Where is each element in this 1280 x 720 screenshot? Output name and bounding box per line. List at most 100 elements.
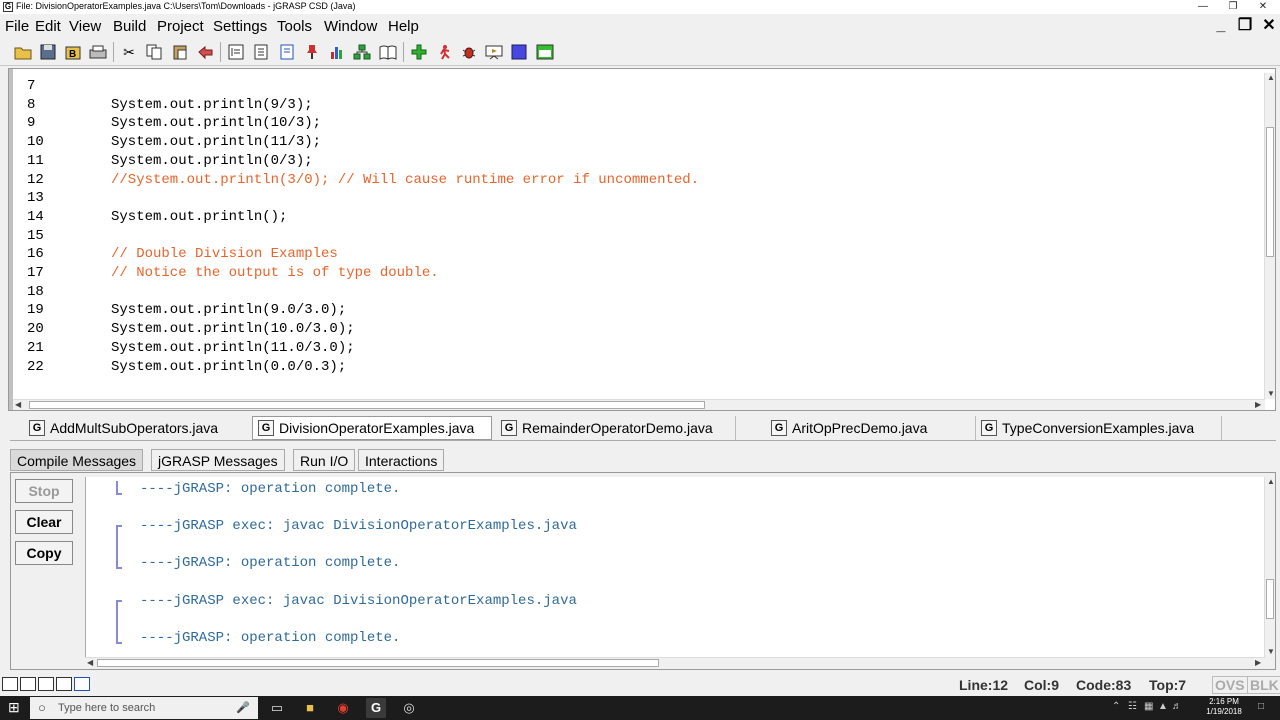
scroll-down-arrow-icon[interactable]: ▼ bbox=[1267, 647, 1275, 656]
java-file-icon: G bbox=[258, 420, 274, 436]
status-line: Line:12 bbox=[959, 677, 1009, 693]
message-line: ----jGRASP: operation complete. bbox=[140, 481, 401, 497]
app-taskbar-icon[interactable]: ◎ bbox=[399, 698, 419, 718]
open-folder-icon[interactable] bbox=[12, 41, 34, 63]
generate-doc-icon[interactable] bbox=[276, 41, 298, 63]
messages-horizontal-scrollbar[interactable]: ◀ ▶ bbox=[85, 657, 1265, 668]
desktop-layout-icon[interactable] bbox=[2, 677, 18, 691]
scroll-up-arrow-icon[interactable]: ▲ bbox=[1267, 73, 1275, 82]
message-line: ----jGRASP exec: javac DivisionOperatorE… bbox=[140, 593, 577, 609]
undo-icon[interactable] bbox=[194, 41, 216, 63]
tray-app-icon[interactable]: ▲ bbox=[1158, 701, 1168, 712]
inner-minimize-button[interactable]: _ bbox=[1211, 16, 1231, 36]
tab-interactions[interactable]: Interactions bbox=[358, 449, 445, 471]
editor-gutter bbox=[9, 69, 13, 410]
uml-diagram-icon[interactable] bbox=[351, 41, 373, 63]
volume-icon[interactable]: ♬ bbox=[1172, 701, 1182, 712]
message-side-buttons: Stop Clear Copy bbox=[11, 473, 81, 669]
message-line: ----jGRASP: operation complete. bbox=[140, 555, 401, 571]
scroll-left-arrow-icon[interactable]: ◀ bbox=[15, 400, 21, 409]
menu-project[interactable]: Project bbox=[157, 18, 204, 35]
maximize-button[interactable]: ❐ bbox=[1218, 0, 1248, 14]
compile-icon[interactable]: B bbox=[62, 41, 84, 63]
tab-remainderoperatordemo[interactable]: G RemainderOperatorDemo.java bbox=[496, 416, 736, 440]
single-window-icon[interactable] bbox=[20, 677, 36, 691]
show-hidden-icons-icon[interactable]: ⌃ bbox=[1112, 701, 1120, 712]
scroll-left-arrow-icon[interactable]: ◀ bbox=[87, 658, 93, 667]
taskbar-search-box[interactable]: ○ Type here to search 🎤 bbox=[30, 697, 258, 719]
message-group-bracket bbox=[116, 525, 122, 569]
csd-icon[interactable] bbox=[225, 41, 247, 63]
tab-run-io[interactable]: Run I/O bbox=[293, 449, 356, 471]
menu-tools[interactable]: Tools bbox=[277, 18, 312, 35]
windows-start-icon[interactable]: ⊞ bbox=[8, 700, 22, 714]
java-file-icon: G bbox=[771, 420, 787, 436]
toolbar-divider bbox=[403, 42, 404, 62]
scroll-up-arrow-icon[interactable]: ▲ bbox=[1267, 477, 1275, 486]
tab-typeconversionexamples[interactable]: G TypeConversionExamples.java bbox=[976, 416, 1222, 440]
menu-help[interactable]: Help bbox=[388, 18, 419, 35]
bar-chart-icon[interactable] bbox=[326, 41, 348, 63]
tab-window-icon[interactable] bbox=[74, 677, 90, 691]
editor-vertical-scrollbar[interactable]: ▲ ▼ bbox=[1264, 73, 1275, 399]
minimize-button[interactable]: — bbox=[1188, 0, 1218, 14]
code-editor[interactable]: 7 8 System.out.println(9/3); 9 System.out.… bbox=[17, 73, 1263, 399]
close-button[interactable]: ✕ bbox=[1248, 0, 1278, 14]
scrollbar-thumb[interactable] bbox=[1266, 127, 1274, 257]
inner-close-button[interactable]: ✕ bbox=[1259, 16, 1279, 36]
viewer-icon[interactable] bbox=[483, 41, 505, 63]
remove-csd-icon[interactable] bbox=[250, 41, 272, 63]
scroll-down-arrow-icon[interactable]: ▼ bbox=[1267, 389, 1275, 398]
breakpoint-pin-icon[interactable] bbox=[301, 41, 323, 63]
menu-settings[interactable]: Settings bbox=[213, 18, 267, 35]
add-icon[interactable] bbox=[408, 41, 430, 63]
tray-app-icon[interactable]: ▦ bbox=[1144, 701, 1153, 712]
message-tab-bar: Compile Messages jGRASP Messages Run I/O… bbox=[10, 448, 1276, 472]
jgrasp-taskbar-icon[interactable]: G bbox=[366, 698, 386, 718]
tab-jgrasp-messages[interactable]: jGRASP Messages bbox=[151, 449, 285, 471]
interactions-icon[interactable] bbox=[534, 41, 556, 63]
workbench-icon[interactable] bbox=[508, 41, 530, 63]
save-icon[interactable] bbox=[37, 41, 59, 63]
list-window-icon[interactable] bbox=[56, 677, 72, 691]
taskbar-clock[interactable]: 2:16 PM 1/19/2018 bbox=[1196, 697, 1252, 717]
chrome-icon[interactable]: ◉ bbox=[333, 698, 353, 718]
menu-edit[interactable]: Edit bbox=[35, 18, 61, 35]
menu-window[interactable]: Window bbox=[324, 18, 377, 35]
menu-bar: File Edit View Build Project Settings To… bbox=[0, 14, 1280, 38]
copy-button[interactable]: Copy bbox=[15, 541, 73, 565]
scrollbar-thumb[interactable] bbox=[1266, 579, 1274, 619]
file-explorer-icon[interactable]: ■ bbox=[300, 698, 320, 718]
messages-vertical-scrollbar[interactable]: ▲ ▼ bbox=[1264, 477, 1275, 657]
run-icon[interactable] bbox=[433, 41, 455, 63]
stop-button[interactable]: Stop bbox=[15, 479, 73, 503]
menu-file[interactable]: File bbox=[5, 18, 29, 35]
tab-aritopprecdemo[interactable]: G AritOpPrecDemo.java bbox=[766, 416, 976, 440]
network-tray-icon[interactable]: ☷ bbox=[1128, 701, 1137, 712]
scrollbar-thumb[interactable] bbox=[29, 401, 705, 409]
menu-build[interactable]: Build bbox=[113, 18, 146, 35]
print-icon[interactable] bbox=[87, 41, 109, 63]
scrollbar-thumb[interactable] bbox=[97, 659, 659, 667]
scroll-right-arrow-icon[interactable]: ▶ bbox=[1255, 658, 1261, 667]
debug-bug-icon[interactable] bbox=[458, 41, 480, 63]
notifications-icon[interactable]: □ bbox=[1258, 701, 1264, 712]
cut-icon[interactable]: ✂ bbox=[118, 41, 140, 63]
copy-icon[interactable] bbox=[143, 41, 165, 63]
split-window-icon[interactable] bbox=[38, 677, 54, 691]
tab-divisionoperatorexamples[interactable]: G DivisionOperatorExamples.java bbox=[252, 416, 492, 440]
java-file-icon: G bbox=[981, 420, 997, 436]
menu-view[interactable]: View bbox=[69, 18, 101, 35]
microphone-icon[interactable]: 🎤 bbox=[236, 697, 250, 719]
book-icon[interactable] bbox=[377, 41, 399, 63]
title-bar: G File: DivisionOperatorExamples.java C:… bbox=[0, 0, 1280, 14]
editor-horizontal-scrollbar[interactable]: ◀ ▶ bbox=[13, 399, 1265, 410]
inner-restore-button[interactable]: ❐ bbox=[1235, 16, 1255, 36]
task-view-icon[interactable]: ▭ bbox=[267, 698, 287, 718]
paste-icon[interactable] bbox=[169, 41, 191, 63]
compile-messages-output[interactable]: ----jGRASP: operation complete. ----jGRA… bbox=[85, 477, 1265, 657]
tab-compile-messages[interactable]: Compile Messages bbox=[10, 449, 144, 471]
clear-button[interactable]: Clear bbox=[15, 510, 73, 534]
scroll-right-arrow-icon[interactable]: ▶ bbox=[1255, 400, 1261, 409]
tab-addmultsuboperators[interactable]: G AddMultSubOperators.java bbox=[24, 416, 256, 440]
